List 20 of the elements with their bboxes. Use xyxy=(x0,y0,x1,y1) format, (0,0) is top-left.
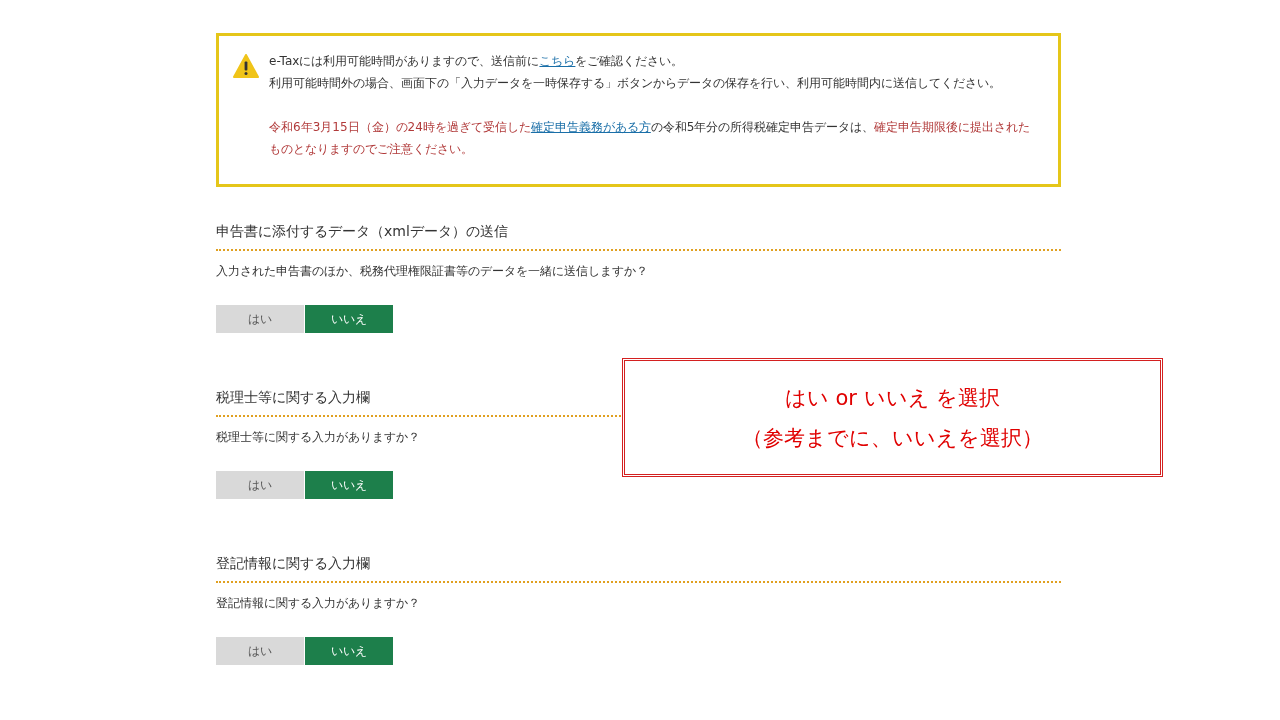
notice-text: 令和6年3月15日（金）の24時を過ぎて受信した確定申告義務がある方の令和5年分の所得税確定申告データは、確定申告期限後に提出されたものとなりますのでご注意ください。 xyxy=(269,119,1032,158)
annotation-text: （参考までに、いいえを選択） xyxy=(742,424,1043,452)
section-heading: 税理士等に関する入力欄 xyxy=(216,388,370,407)
notice-text: 利用可能時間外の場合、画面下の「入力データを一時保存する」ボタンからデータの保存を行い、利用可能時間内に送信してください。 xyxy=(269,75,1002,92)
choice-button[interactable]: はい xyxy=(216,637,304,665)
choice-button[interactable]: いいえ xyxy=(305,637,393,665)
warning-icon xyxy=(233,54,259,78)
notice-link[interactable]: こちら xyxy=(539,54,576,68)
choice-button[interactable]: いいえ xyxy=(305,471,393,499)
notice-link[interactable]: 確定申告義務がある方 xyxy=(530,120,651,134)
question-text: 入力された申告書のほか、税務代理権限証書等のデータを一緒に送信しますか？ xyxy=(216,263,648,279)
choice-button[interactable]: はい xyxy=(216,305,304,333)
choice-button[interactable]: はい xyxy=(216,471,304,499)
annotation-text: はい or いいえ を選択 xyxy=(784,384,1001,412)
choice-button[interactable]: いいえ xyxy=(305,305,393,333)
question-text: 税理士等に関する入力がありますか？ xyxy=(216,429,420,445)
section-heading: 登記情報に関する入力欄 xyxy=(216,554,370,573)
question-text: 登記情報に関する入力がありますか？ xyxy=(216,595,420,611)
notice-text: e-Taxには利用可能時間がありますので、送信前にこちら をご確認ください。 xyxy=(269,53,685,70)
section-heading: 申告書に添付するデータ（xmlデータ）の送信 xyxy=(216,222,508,241)
